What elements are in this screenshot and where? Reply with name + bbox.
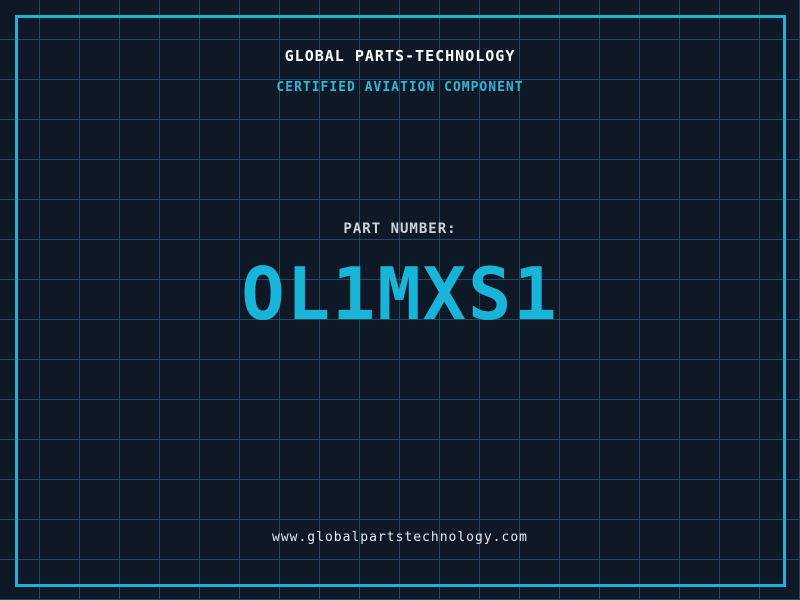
- certification-subtitle: CERTIFIED AVIATION COMPONENT: [0, 81, 800, 94]
- company-title: GLOBAL PARTS-TECHNOLOGY: [0, 49, 800, 64]
- part-number-value: OL1MXS1: [0, 258, 800, 330]
- website-url: www.globalpartstechnology.com: [0, 531, 800, 544]
- certificate-panel: GLOBAL PARTS-TECHNOLOGY CERTIFIED AVIATI…: [0, 0, 800, 600]
- part-number-label: PART NUMBER:: [0, 222, 800, 236]
